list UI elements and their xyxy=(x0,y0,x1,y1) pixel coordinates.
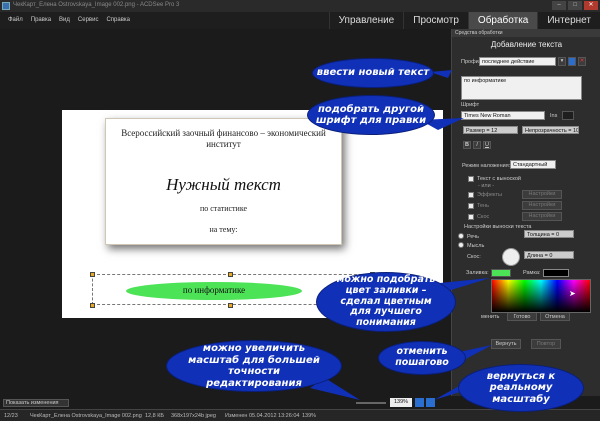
callout-zoom: можно увеличить масштаб для большей точн… xyxy=(166,340,342,392)
callout-enter-text: ввести новый текст xyxy=(312,58,434,88)
callout-fill-color: можно подобрать цвет заливки – сделал цв… xyxy=(316,272,456,332)
callout-actual-size: вернуться к реальному масштабу xyxy=(458,364,584,412)
callout-undo: отменить пошагово xyxy=(378,341,466,375)
callout-font: подобрать другой шрифт для правки xyxy=(307,95,435,135)
